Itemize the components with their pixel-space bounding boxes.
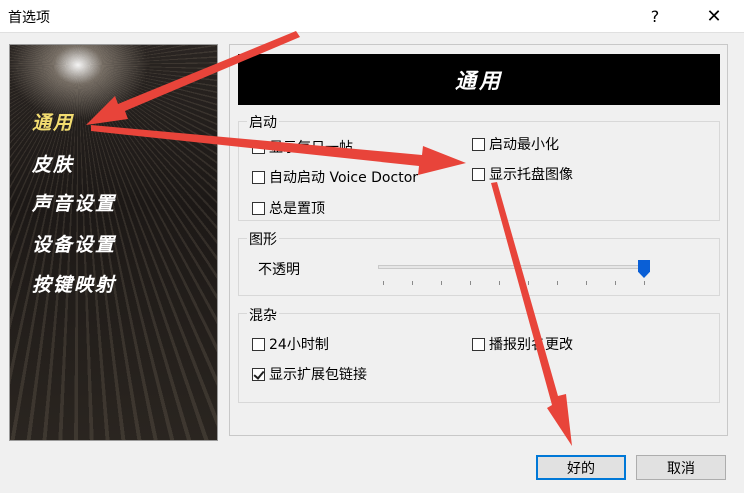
- checkbox-box: [472, 137, 485, 151]
- slider-tick: [586, 281, 587, 285]
- section-header: 通用: [238, 54, 720, 105]
- checkbox-box: [472, 167, 485, 181]
- title-bar: 首选项 ? ✕: [0, 0, 744, 33]
- sidebar-item-key-mapping[interactable]: 按键映射: [32, 270, 116, 297]
- slider-tick: [528, 281, 529, 285]
- startup-group-title: 启动: [247, 112, 279, 132]
- clock-24h-checkbox[interactable]: 24小时制: [252, 334, 329, 354]
- always-on-top-checkbox[interactable]: 总是置顶: [252, 198, 325, 218]
- announce-alias-change-checkbox[interactable]: 播报别名更改: [472, 334, 573, 354]
- cancel-button[interactable]: 取消: [636, 455, 726, 480]
- help-button[interactable]: ?: [632, 0, 678, 32]
- checkbox-label: 自动启动 Voice Doctor: [269, 170, 419, 186]
- slider-tick: [383, 281, 384, 285]
- checkbox-label: 总是置顶: [269, 201, 325, 217]
- opacity-label: 不透明: [258, 262, 300, 278]
- checkbox-box: [252, 367, 265, 381]
- checkbox-label: 显示托盘图像: [489, 167, 573, 183]
- show-tray-icon-checkbox[interactable]: 显示托盘图像: [472, 164, 573, 184]
- opacity-slider-track[interactable]: [378, 265, 650, 269]
- close-button[interactable]: ✕: [691, 0, 737, 32]
- slider-tick: [615, 281, 616, 285]
- slider-tick: [499, 281, 500, 285]
- sidebar-item-sound-settings[interactable]: 声音设置: [32, 189, 116, 216]
- sidebar-item-skin[interactable]: 皮肤: [32, 150, 74, 177]
- checkbox-box: [252, 140, 265, 154]
- checkbox-label: 启动最小化: [489, 137, 559, 153]
- checkbox-box: [252, 337, 265, 351]
- show-daily-tip-checkbox[interactable]: 显示每日一帖: [252, 137, 353, 157]
- checkbox-label: 24小时制: [269, 337, 329, 353]
- checkbox-box: [252, 201, 265, 215]
- window-title: 首选项: [8, 10, 50, 26]
- slider-tick: [412, 281, 413, 285]
- checkbox-label: 显示每日一帖: [269, 140, 353, 156]
- graphics-group-title: 图形: [247, 229, 279, 249]
- show-ext-link-checkbox[interactable]: 显示扩展包链接: [252, 364, 367, 384]
- slider-tick: [557, 281, 558, 285]
- sidebar: 通用 皮肤 声音设置 设备设置 按键映射: [9, 44, 218, 441]
- ok-button[interactable]: 好的: [536, 455, 626, 480]
- start-minimized-checkbox[interactable]: 启动最小化: [472, 134, 559, 154]
- slider-tick: [441, 281, 442, 285]
- sidebar-item-device-settings[interactable]: 设备设置: [32, 230, 116, 257]
- slider-tick: [470, 281, 471, 285]
- checkbox-label: 显示扩展包链接: [269, 367, 367, 383]
- sidebar-item-general[interactable]: 通用: [32, 108, 74, 135]
- misc-group: [238, 313, 720, 403]
- checkbox-box: [252, 170, 265, 184]
- misc-group-title: 混杂: [247, 305, 279, 325]
- checkbox-box: [472, 337, 485, 351]
- checkbox-label: 播报别名更改: [489, 337, 573, 353]
- auto-start-checkbox[interactable]: 自动启动 Voice Doctor: [252, 167, 418, 187]
- slider-tick: [644, 281, 645, 285]
